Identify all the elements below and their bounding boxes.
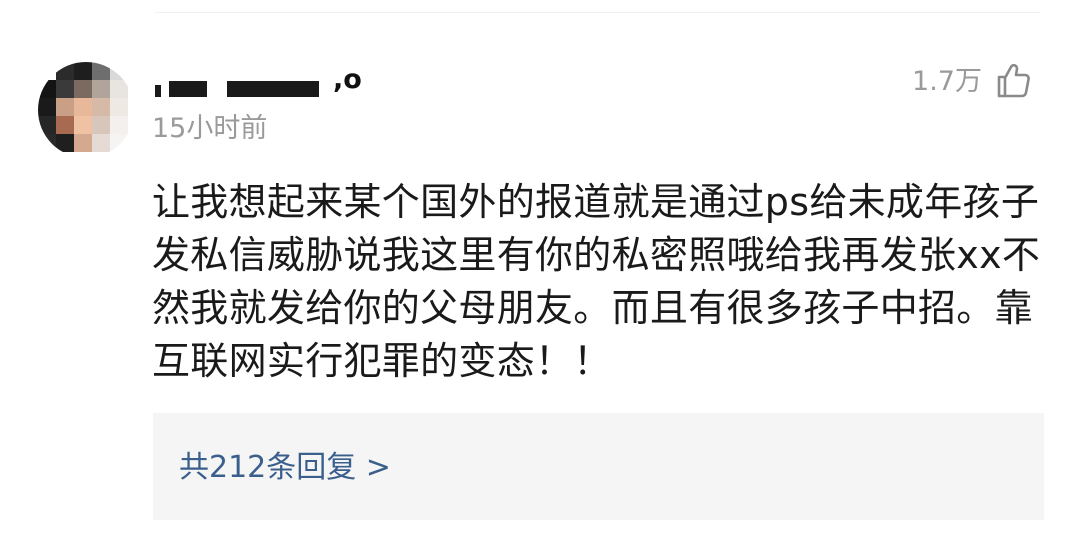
comment-text: 让我想起来某个国外的报道就是通过ps给未成年孩子发私信威胁说我这里有你的私密照哦… (152, 180, 1041, 383)
view-replies-link[interactable]: 共212条回复 > (179, 450, 391, 486)
comment-timestamp: 15小时前 (152, 113, 268, 144)
username[interactable]: ,o (155, 64, 375, 100)
thumbs-up-icon[interactable] (992, 60, 1032, 100)
like-count: 1.7万 (912, 66, 982, 97)
redacted-name-part (227, 81, 319, 97)
redacted-name-part (155, 85, 161, 97)
username-visible-text: ,o (333, 64, 362, 95)
comment-card: ,o 15小时前 1.7万 让我想起来某个国外的报道就是通过ps给未成年孩子发私… (0, 0, 1080, 545)
replies-panel[interactable]: 共212条回复 > (153, 413, 1044, 520)
redacted-name-part (169, 81, 207, 97)
avatar[interactable] (38, 62, 134, 158)
divider (155, 12, 1040, 13)
